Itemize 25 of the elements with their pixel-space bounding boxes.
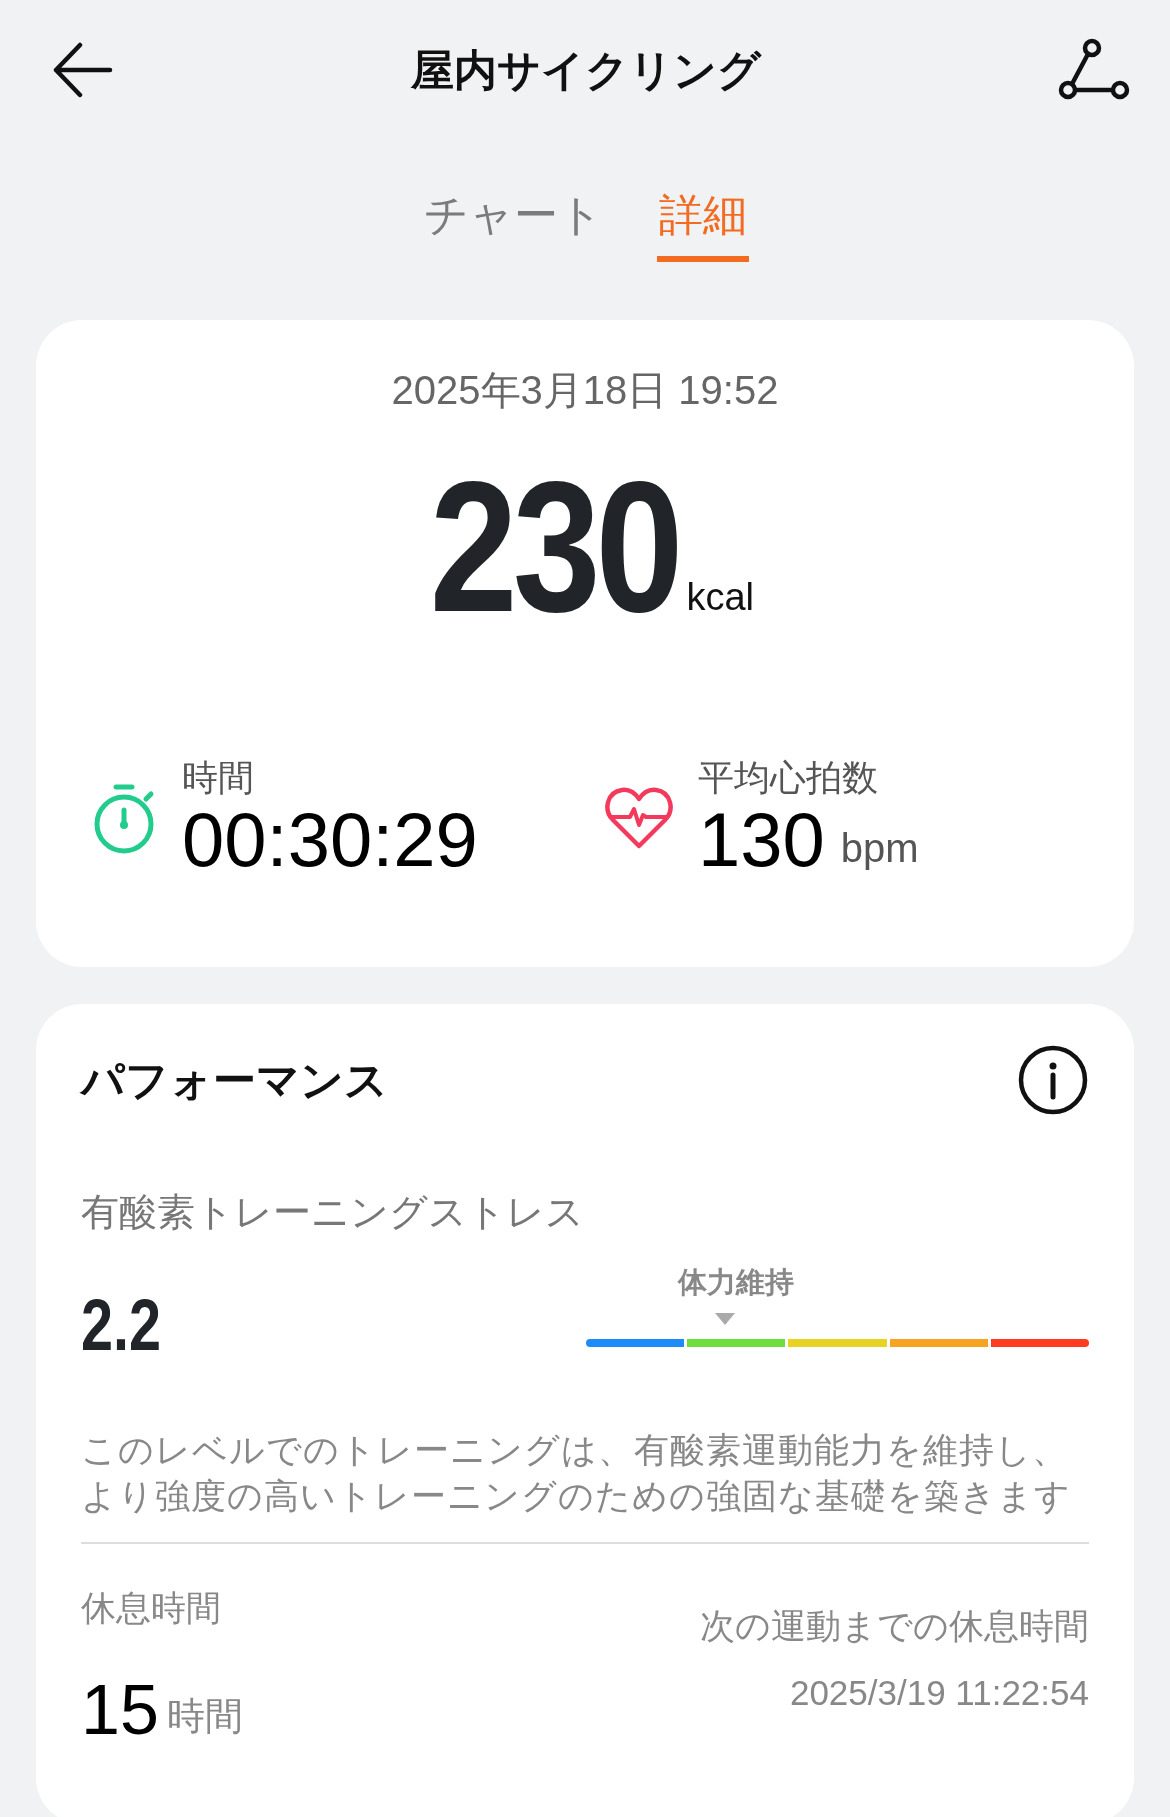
calories-unit: kcal (686, 575, 754, 620)
calories-value: 230 (429, 454, 679, 640)
stat-unit: bpm (840, 824, 919, 872)
section-title: パフォーマンス (81, 1054, 388, 1106)
stat-label: 時間 (182, 758, 255, 798)
metric-label: 有酸素トレーニングストレス (81, 1190, 585, 1235)
date-time: 2025年3月18日 19:52 (390, 367, 780, 414)
next-workout-time: 2025/3/19 11:22:54 (788, 1671, 1089, 1714)
rest-label: 休息時間 (81, 1587, 222, 1629)
stat-value: 00:30:29 (182, 801, 478, 878)
metric-value: 2.2 (81, 1289, 162, 1361)
heart-rate-icon (604, 785, 674, 850)
rest-unit: 時間 (166, 1693, 243, 1739)
back-button[interactable] (52, 42, 114, 98)
info-button[interactable] (1017, 1044, 1089, 1116)
description-text: このレベルでのトレーニングは、有酸素運動能力を維持し、より強度の高いトレーニングのための強固な基礎を築きます (81, 1429, 1072, 1517)
tab[interactable]: 詳細 (656, 182, 749, 262)
next-workout-label: 次の運動までの休息時間 (700, 1605, 1089, 1647)
route-button[interactable] (1058, 38, 1130, 102)
rest-value: 15 (81, 1674, 159, 1745)
stat-value: 130 (698, 801, 825, 878)
screen-title: 屋内サイクリング (411, 44, 761, 96)
stat-label: 平均心拍数 (698, 758, 879, 798)
tab[interactable]: チャート (421, 182, 605, 262)
gauge-label: 体力維持 (678, 1265, 795, 1300)
